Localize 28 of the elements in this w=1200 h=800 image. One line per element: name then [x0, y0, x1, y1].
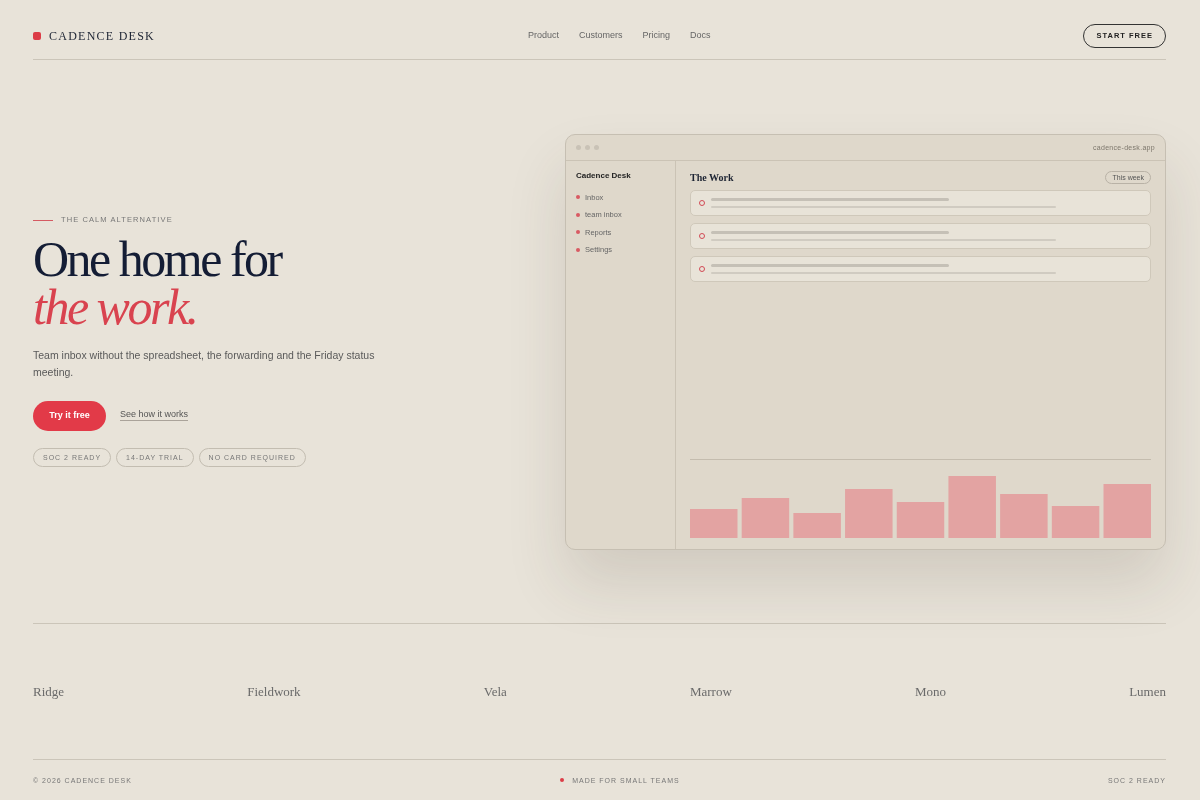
list-row-card[interactable] — [690, 222, 1151, 249]
headline: One home for — [33, 234, 283, 283]
dot-icon — [576, 230, 580, 235]
customer-logo-text: Vela — [483, 685, 507, 698]
logo-mark-icon — [33, 31, 41, 40]
app-name: Cadence Desk — [576, 170, 632, 181]
headline-accent: the work. — [33, 282, 198, 331]
try-free-button[interactable]: Try it free — [33, 400, 106, 431]
list-row-card[interactable] — [690, 255, 1151, 282]
nav-link[interactable]: Product — [527, 31, 559, 40]
nav-link[interactable]: Docs — [690, 31, 711, 40]
customer-logo-text: Lumen — [1129, 685, 1166, 698]
how-it-works-link[interactable]: See how it works — [120, 410, 189, 422]
nav-link[interactable]: Customers — [579, 31, 623, 40]
brand-name[interactable]: CADENCE DESK — [49, 29, 155, 42]
customer-logo-text: Fieldwork — [247, 685, 301, 698]
customer-logo-text: Mono — [914, 685, 946, 698]
section-title: The Work — [690, 170, 734, 184]
lede-text: Team inbox without the spreadsheet, the forwarding and the Friday status meeting. — [33, 347, 376, 380]
customer-logo-text: Marrow — [689, 685, 732, 698]
customer-logo-text: Ridge — [33, 685, 65, 698]
dot-icon — [576, 212, 580, 217]
dot-icon — [576, 247, 580, 252]
dot-icon — [576, 195, 580, 200]
accent-line — [33, 219, 53, 221]
status-dot-icon — [560, 778, 565, 782]
list-row-card[interactable] — [690, 189, 1151, 216]
nav-link[interactable]: Pricing — [642, 31, 670, 40]
